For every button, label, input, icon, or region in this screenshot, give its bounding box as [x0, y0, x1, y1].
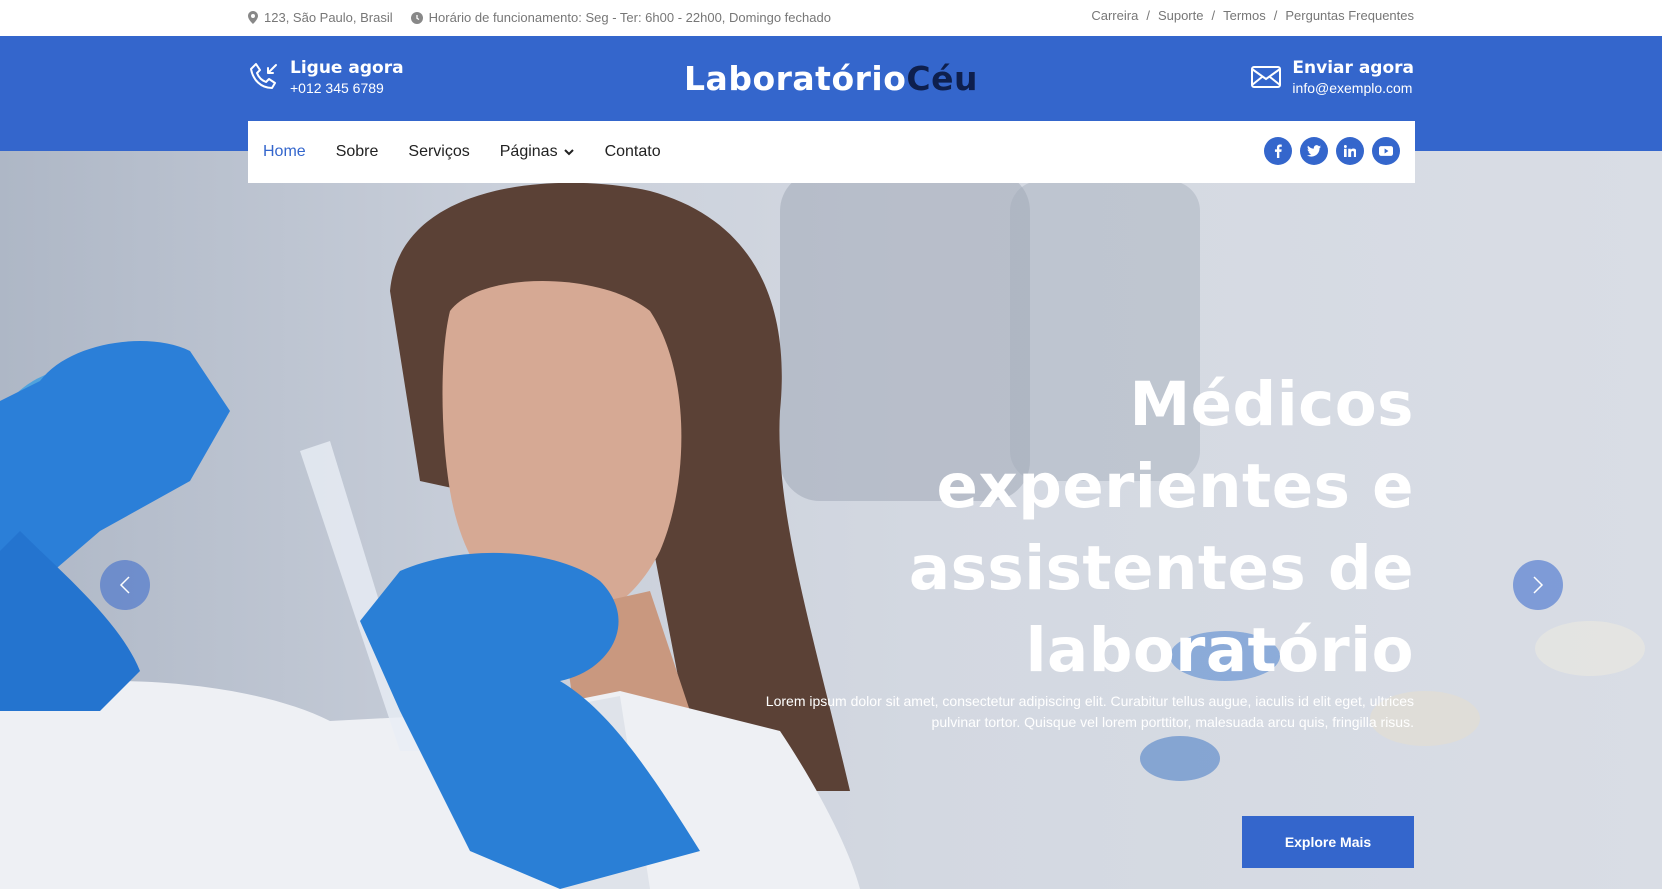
hero-description-line: pulvinar tortor. Quisque vel lorem portt…	[931, 714, 1414, 730]
chevron-down-icon	[563, 149, 574, 156]
twitter-icon[interactable]	[1300, 137, 1328, 165]
facebook-icon[interactable]	[1264, 137, 1292, 165]
opening-hours: Horário de funcionamento: Seg - Ter: 6h0…	[410, 10, 831, 25]
nav-item-pages-label: Páginas	[499, 143, 558, 160]
envelope-icon	[1251, 66, 1282, 88]
link-terms[interactable]: Termos	[1223, 8, 1266, 23]
nav-item-services[interactable]: Serviços	[408, 143, 469, 161]
pill-shape	[1140, 736, 1220, 781]
separator: /	[1273, 8, 1278, 23]
hero-title-line: experientes e	[936, 451, 1414, 522]
hero-title-line: assistentes de	[908, 533, 1414, 604]
hero-title-line: Médicos	[1129, 369, 1414, 440]
link-faq[interactable]: Perguntas Frequentes	[1285, 8, 1414, 23]
separator: /	[1146, 8, 1150, 23]
hours-text: Horário de funcionamento: Seg - Ter: 6h0…	[428, 10, 831, 25]
nav-menu: Home Sobre Serviços Páginas Contato	[263, 121, 661, 183]
mail-now[interactable]: Enviar agora info@exemplo.com	[1250, 58, 1414, 96]
address-text: 123, São Paulo, Brasil	[264, 10, 393, 25]
hero-carousel: Médicos experientes e assistentes de lab…	[0, 151, 1662, 889]
separator: /	[1211, 8, 1216, 23]
location-pin-icon	[248, 11, 258, 24]
pill-shape	[1535, 621, 1645, 676]
top-info: 123, São Paulo, Brasil Horário de funcio…	[248, 10, 831, 25]
nav-item-contact[interactable]: Contato	[605, 143, 661, 161]
carousel-next-button[interactable]	[1513, 560, 1563, 610]
email-address: info@exemplo.com	[1292, 80, 1413, 96]
link-career[interactable]: Carreira	[1091, 8, 1138, 23]
youtube-icon[interactable]	[1372, 137, 1400, 165]
nav-item-home[interactable]: Home	[263, 143, 306, 161]
hero-title: Médicos experientes e assistentes de lab…	[694, 364, 1414, 692]
mail-label: Enviar agora	[1292, 58, 1414, 78]
main-navbar: Home Sobre Serviços Páginas Contato	[248, 121, 1415, 183]
explore-more-button[interactable]: Explore Mais	[1242, 816, 1414, 868]
top-links: Carreira / Suporte / Termos / Perguntas …	[1091, 8, 1414, 23]
top-info-bar: 123, São Paulo, Brasil Horário de funcio…	[0, 0, 1662, 36]
social-links	[1264, 137, 1400, 165]
hero-description: Lorem ipsum dolor sit amet, consectetur …	[694, 691, 1414, 733]
logo-part2: Céu	[906, 59, 978, 98]
nav-item-pages[interactable]: Páginas	[500, 143, 575, 161]
address: 123, São Paulo, Brasil	[248, 10, 393, 25]
clock-icon	[410, 11, 423, 24]
chevron-left-icon	[119, 576, 130, 594]
hero-description-line: Lorem ipsum dolor sit amet, consectetur …	[765, 693, 1414, 709]
carousel-prev-button[interactable]	[100, 560, 150, 610]
link-support[interactable]: Suporte	[1158, 8, 1204, 23]
chevron-right-icon	[1533, 576, 1544, 594]
logo-part1: Laboratório	[684, 59, 907, 98]
hero-title-line: laboratório	[1025, 615, 1414, 686]
nav-item-about[interactable]: Sobre	[336, 143, 379, 161]
linkedin-icon[interactable]	[1336, 137, 1364, 165]
